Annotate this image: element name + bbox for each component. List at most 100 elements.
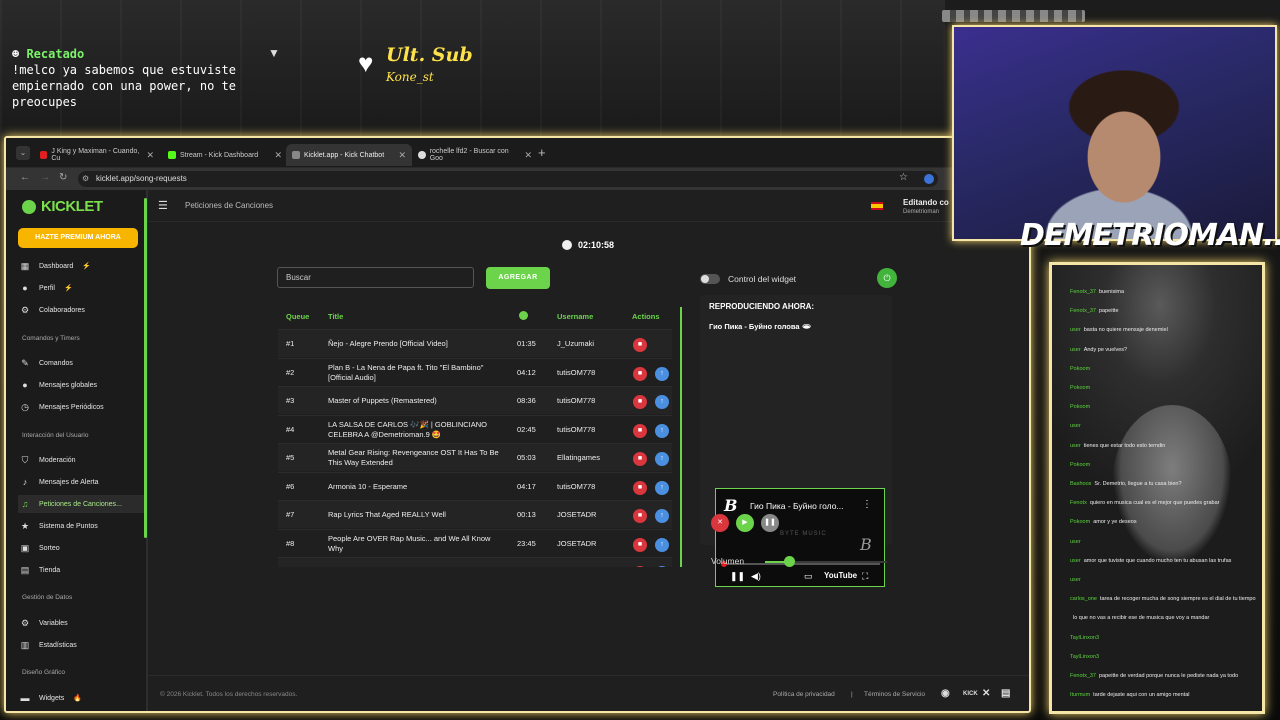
back-icon[interactable]: ← (20, 172, 30, 183)
youtube-logo[interactable]: YouTube (824, 571, 857, 580)
site-info-icon[interactable]: ⚙ (82, 174, 89, 183)
pause-icon[interactable]: ❚❚ (730, 571, 745, 582)
delete-icon[interactable]: ■ (633, 338, 647, 352)
document-icon[interactable]: ▤ (1001, 688, 1010, 699)
kicklet-logo[interactable]: KICKLET (22, 198, 103, 215)
duration-cell: 00:49 (517, 558, 553, 567)
close-icon[interactable]: ✕ (524, 150, 532, 161)
forward-icon[interactable]: → (40, 172, 50, 183)
tab-kick-dashboard[interactable]: Stream - Kick Dashboard ✕ (162, 144, 288, 166)
x-icon[interactable]: ✕ (982, 688, 990, 699)
tab-label: Kicklet.app - Kick Chatbot (304, 151, 385, 159)
skip-stop-button[interactable]: ✕ (711, 514, 729, 532)
delete-icon[interactable]: ■ (633, 509, 647, 523)
premium-button[interactable]: HAZTE PREMIUM AHORA (18, 228, 138, 248)
menu-toggle-icon[interactable]: ☰ (158, 199, 168, 212)
close-icon[interactable]: ✕ (398, 150, 406, 161)
music-icon: ♫ (21, 499, 29, 509)
tab-label: Stream - Kick Dashboard (180, 151, 259, 159)
reload-icon[interactable]: ↻ (59, 172, 67, 183)
sidebar-item-estadisticas[interactable]: ▥ Estadísticas (20, 636, 144, 654)
chat-username: user (1070, 442, 1081, 449)
pause-button[interactable]: ❚❚ (761, 514, 779, 532)
delete-icon[interactable]: ■ (633, 537, 647, 552)
delete-icon[interactable]: ■ (633, 423, 647, 438)
widget-control[interactable]: Control del widget (700, 274, 796, 284)
overlay-chat-text: !melco ya sabemos que estuviste empierna… (12, 63, 236, 109)
move-up-icon[interactable]: ↑ (655, 537, 669, 552)
privacy-link[interactable]: Política de privacidad (773, 691, 835, 698)
table-header: Queue Title Username Actions (278, 301, 672, 329)
move-up-icon[interactable]: ↑ (655, 509, 669, 523)
subtitles-icon[interactable]: ▭ (804, 571, 813, 582)
tab-search-button[interactable]: ⌄ (16, 146, 30, 160)
chat-line: user (1070, 577, 1084, 583)
terms-link[interactable]: Términos de Servicio (864, 691, 925, 698)
delete-icon[interactable]: ■ (633, 366, 647, 381)
extension-icon[interactable] (924, 174, 934, 184)
chat-line: user Andy pe vuelves? (1070, 347, 1127, 353)
sidebar-item-mensajes-periodicos[interactable]: ◷ Mensajes Periódicos (20, 398, 144, 416)
volume-icon[interactable]: ◀) (751, 571, 761, 582)
widget-toggle[interactable] (700, 274, 720, 284)
delete-icon[interactable]: ■ (633, 395, 647, 409)
search-input[interactable]: Buscar (277, 267, 474, 288)
discord-icon[interactable]: ◉ (941, 688, 950, 699)
tab-kicklet[interactable]: Kicklet.app - Kick Chatbot ✕ (286, 144, 412, 166)
spain-flag-icon[interactable] (871, 202, 883, 210)
sidebar-item-mensajes-alerta[interactable]: ♪ Mensajes de Alerta (20, 473, 144, 491)
sidebar-item-variables[interactable]: ⚙ Variables (20, 614, 144, 632)
video-progress-bar[interactable] (722, 563, 880, 565)
sidebar-item-colaboradores[interactable]: ⚙ Colaboradores (20, 301, 144, 319)
editing-channel[interactable]: Editando co (903, 198, 949, 207)
chat-line: user tienes que estar todo esto terndin (1070, 443, 1165, 449)
sidebar-item-puntos[interactable]: ★ Sistema de Puntos (20, 517, 144, 535)
sidebar-item-sorteo[interactable]: ▣ Sorteo (20, 539, 144, 557)
kick-icon[interactable]: KICK (963, 691, 978, 697)
duration-cell: 04:17 (517, 481, 536, 491)
new-tab-button[interactable]: + (538, 145, 546, 160)
url-field[interactable]: kicklet.app/song-requests (78, 171, 938, 187)
move-up-icon[interactable]: ↑ (655, 452, 669, 466)
sidebar-scrollbar[interactable] (144, 198, 147, 538)
table-row: #4 LA SALSA DE CARLOS 🎶🎉 | GOBLINCIANO CE… (278, 414, 672, 443)
tab-google[interactable]: rochelle lfd2 - Buscar con Goo ✕ (412, 144, 538, 166)
youtube-player[interactable]: B Гио Пика - Буйно голо... ⋮ BYTE MUSIC … (715, 488, 885, 587)
chat-username: Pokoom (1070, 404, 1091, 411)
sidebar-item-dashboard[interactable]: ▦ Dashboard ⚡ (20, 257, 144, 275)
table-row: #1 Ñejo - Alegre Prendo [Official Video] 0… (278, 329, 672, 357)
move-up-icon[interactable]: ↑ (655, 480, 669, 495)
sidebar-item-widgets[interactable]: ▬ Widgets 🔥 (20, 689, 144, 707)
username-cell: tutisOM778 (557, 396, 596, 405)
fullscreen-icon[interactable]: ⛶ (862, 571, 868, 582)
move-up-icon[interactable]: ↑ (655, 366, 669, 381)
delete-icon[interactable]: ■ (633, 480, 647, 495)
channel-logo-icon: B (724, 496, 738, 515)
chat-line: TaylLinxon3 (1070, 635, 1102, 641)
tab-youtube[interactable]: J King y Maximan - Cuando, Cu ✕ (34, 144, 160, 166)
delete-icon[interactable]: ■ (633, 452, 647, 466)
sidebar-item-tienda[interactable]: ▤ Tienda (20, 561, 144, 579)
video-title[interactable]: Гио Пика - Буйно голо... (750, 501, 844, 511)
close-icon[interactable]: ✕ (146, 150, 154, 161)
move-up-icon[interactable]: ↑ (655, 395, 669, 409)
clock-icon (562, 240, 572, 250)
fire-icon: 🔥 (73, 695, 83, 702)
volume-slider[interactable] (765, 561, 887, 563)
close-icon[interactable]: ✕ (274, 150, 282, 161)
sidebar-item-peticiones[interactable]: ♫ Peticiones de Canciones... (18, 495, 146, 513)
delete-icon[interactable]: ■ (633, 566, 647, 567)
sidebar-item-comandos[interactable]: ✎ Comandos (20, 354, 144, 372)
sidebar-item-perfil[interactable]: ● Perfil ⚡ (20, 279, 144, 297)
move-up-icon[interactable]: ↑ (655, 423, 669, 438)
add-song-button[interactable]: AGREGAR (486, 267, 550, 289)
play-button[interactable]: ▶ (736, 514, 754, 532)
chat-username: Fenotx_37 (1070, 673, 1096, 679)
more-options-icon[interactable]: ⋮ (862, 499, 872, 510)
bookmark-star-icon[interactable]: ☆ (899, 172, 908, 183)
sidebar-item-mensajes-globales[interactable]: ● Mensajes globales (20, 376, 144, 394)
table-scrollbar[interactable] (680, 307, 682, 567)
move-up-icon[interactable]: ↑ (655, 566, 669, 567)
power-icon[interactable]: ⏻ (877, 268, 897, 288)
sidebar-item-moderacion[interactable]: ⛉ Moderación (20, 451, 144, 469)
